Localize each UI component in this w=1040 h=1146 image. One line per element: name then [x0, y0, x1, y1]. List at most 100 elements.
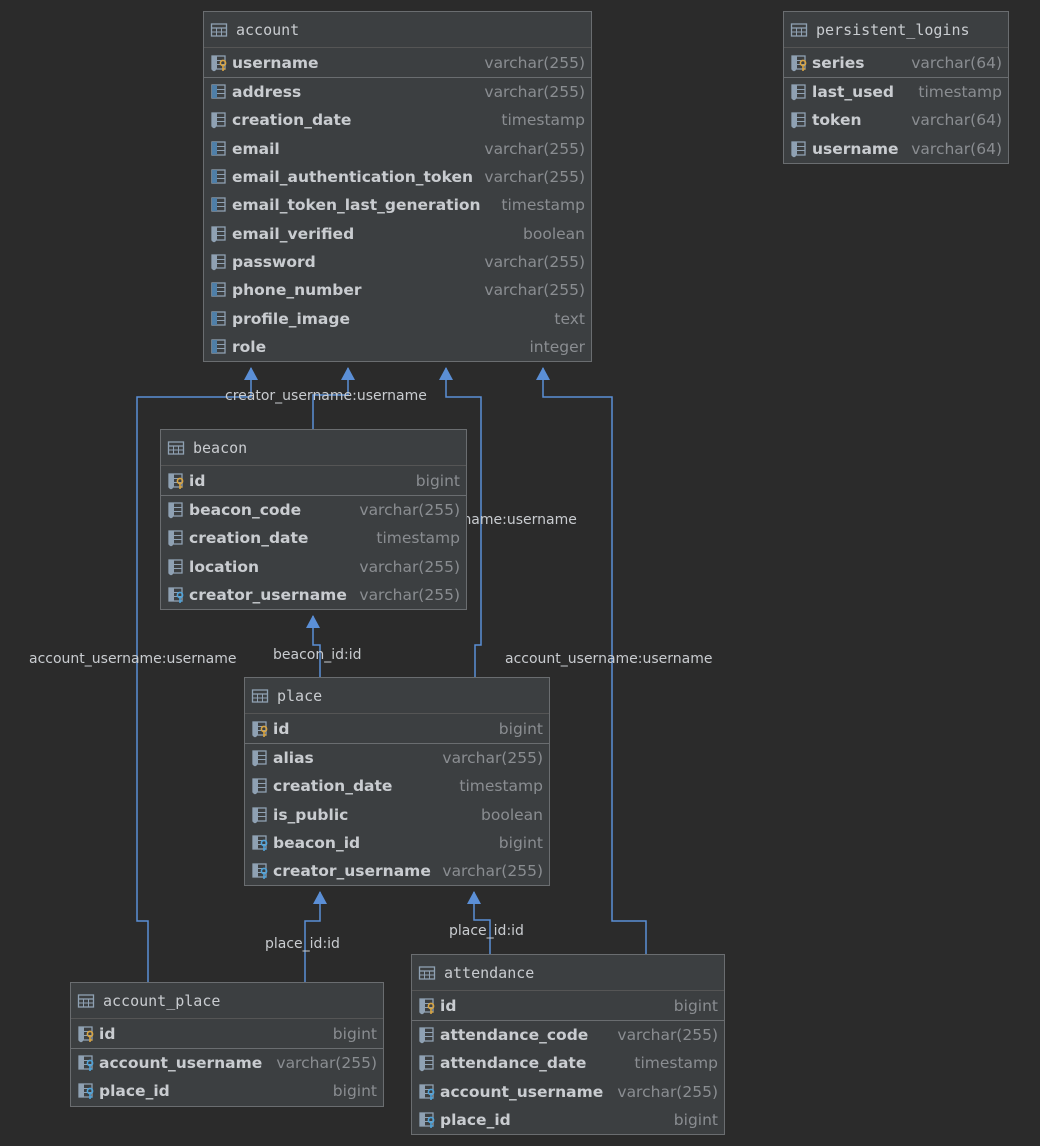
table-header[interactable]: place: [245, 678, 549, 714]
column-type: boolean: [523, 224, 585, 243]
column-row[interactable]: email_token_last_generation timestamp: [204, 191, 591, 219]
column-row[interactable]: profile_image text: [204, 304, 591, 332]
column-row[interactable]: place_id bigint: [412, 1106, 724, 1134]
column-row[interactable]: id bigint: [412, 991, 724, 1021]
column-type: varchar(255): [442, 749, 543, 768]
column-name: email_authentication_token: [232, 168, 474, 187]
column-row[interactable]: attendance_code varchar(255): [412, 1021, 724, 1049]
column-type: bigint: [415, 471, 460, 490]
arrowhead-icon: [341, 367, 355, 380]
column-name: id: [99, 1024, 116, 1043]
column-name: email_verified: [232, 224, 355, 243]
column-notnull-icon: [167, 501, 185, 519]
table-header[interactable]: account_place: [71, 983, 383, 1019]
column-row[interactable]: last_used timestamp: [784, 78, 1008, 106]
column-notnull-icon: [418, 1054, 436, 1072]
column-type: varchar(255): [276, 1054, 377, 1073]
column-row[interactable]: creation_date timestamp: [245, 772, 549, 800]
column-row[interactable]: location varchar(255): [161, 553, 466, 581]
column-row[interactable]: creator_username varchar(255): [245, 857, 549, 885]
column-row[interactable]: series varchar(64): [784, 48, 1008, 78]
table-icon: [251, 687, 269, 705]
column-row[interactable]: phone_number varchar(255): [204, 276, 591, 304]
column-row[interactable]: account_username varchar(255): [412, 1078, 724, 1106]
table-beacon[interactable]: beacon id bigint beacon_code varchar(255) cre…: [160, 429, 467, 611]
column-type: timestamp: [459, 777, 543, 796]
arrowhead-icon: [536, 367, 550, 380]
column-type: varchar(64): [911, 139, 1002, 158]
column-type: varchar(64): [911, 53, 1002, 72]
table-icon: [77, 992, 95, 1010]
column-name: series: [812, 53, 865, 72]
arrowhead-icon: [439, 367, 453, 380]
column-row[interactable]: attendance_date timestamp: [412, 1049, 724, 1077]
column-name: account_username: [99, 1054, 263, 1073]
table-icon: [210, 21, 228, 39]
table-header[interactable]: persistent_logins: [784, 12, 1008, 48]
column-type: varchar(255): [359, 586, 460, 605]
column-row[interactable]: username varchar(255): [204, 48, 591, 78]
column-row[interactable]: password varchar(255): [204, 248, 591, 276]
table-attendance[interactable]: attendance id bigint attendance_code varchar…: [411, 954, 725, 1136]
column-name: attendance_date: [440, 1054, 587, 1073]
column-row[interactable]: id bigint: [71, 1019, 383, 1049]
column-type: bigint: [498, 834, 543, 853]
primary-key-icon: [77, 1025, 95, 1043]
column-row[interactable]: email_verified boolean: [204, 219, 591, 247]
column-name: email_token_last_generation: [232, 196, 481, 215]
table-name: persistent_logins: [816, 20, 970, 39]
link-label-beacon-creator: creator_username:username: [225, 388, 427, 404]
table-account[interactable]: account username varchar(255) address varcha…: [203, 11, 592, 362]
column-row[interactable]: id bigint: [245, 714, 549, 744]
table-persistent-logins[interactable]: persistent_loginsseries varchar(64) last_u…: [783, 11, 1009, 164]
column-row[interactable]: beacon_code varchar(255): [161, 496, 466, 524]
column-row[interactable]: place_id bigint: [71, 1077, 383, 1105]
column-row[interactable]: email_authentication_token varchar(255): [204, 163, 591, 191]
foreign-key-icon: [77, 1082, 95, 1100]
column-notnull-icon: [210, 111, 228, 129]
column-row[interactable]: token varchar(64): [784, 106, 1008, 134]
foreign-key-icon: [167, 586, 185, 604]
column-notnull-icon: [418, 1026, 436, 1044]
table-icon: [167, 439, 185, 457]
primary-key-icon: [210, 54, 228, 72]
column-type: varchar(64): [911, 111, 1002, 130]
column-row[interactable]: role integer: [204, 333, 591, 361]
column-notnull-icon: [251, 749, 269, 767]
table-header[interactable]: beacon: [161, 430, 466, 466]
column-row[interactable]: alias varchar(255): [245, 744, 549, 772]
table-header[interactable]: account: [204, 12, 591, 48]
column-type: varchar(255): [617, 1082, 718, 1101]
column-type: varchar(255): [442, 862, 543, 881]
column-name: profile_image: [232, 309, 350, 328]
column-name: account_username: [440, 1082, 604, 1101]
column-row[interactable]: creation_date timestamp: [161, 524, 466, 552]
arrowhead-icon: [467, 891, 481, 904]
column-name: id: [440, 996, 457, 1015]
column-notnull-icon: [251, 777, 269, 795]
column-icon: [210, 281, 228, 299]
column-type: varchar(255): [617, 1026, 718, 1045]
column-row[interactable]: is_public boolean: [245, 801, 549, 829]
column-row[interactable]: account_username varchar(255): [71, 1049, 383, 1077]
column-name: id: [189, 471, 206, 490]
column-type: varchar(255): [484, 281, 585, 300]
column-row[interactable]: id bigint: [161, 466, 466, 496]
column-notnull-icon: [251, 806, 269, 824]
arrowhead-icon: [244, 367, 258, 380]
column-row[interactable]: beacon_id bigint: [245, 829, 549, 857]
table-place[interactable]: place id bigint alias varchar(255) creation_d…: [244, 677, 550, 887]
column-type: bigint: [332, 1082, 377, 1101]
column-row[interactable]: email varchar(255): [204, 135, 591, 163]
column-notnull-icon: [167, 529, 185, 547]
column-row[interactable]: creator_username varchar(255): [161, 581, 466, 609]
column-type: timestamp: [918, 83, 1002, 102]
column-row[interactable]: username varchar(64): [784, 135, 1008, 163]
column-name: address: [232, 83, 302, 102]
table-account-place[interactable]: account_placeid bigint account_username var…: [70, 982, 384, 1107]
column-type: bigint: [332, 1024, 377, 1043]
column-row[interactable]: address varchar(255): [204, 78, 591, 106]
column-row[interactable]: creation_date timestamp: [204, 106, 591, 134]
table-header[interactable]: attendance: [412, 955, 724, 991]
column-type: bigint: [673, 1111, 718, 1130]
